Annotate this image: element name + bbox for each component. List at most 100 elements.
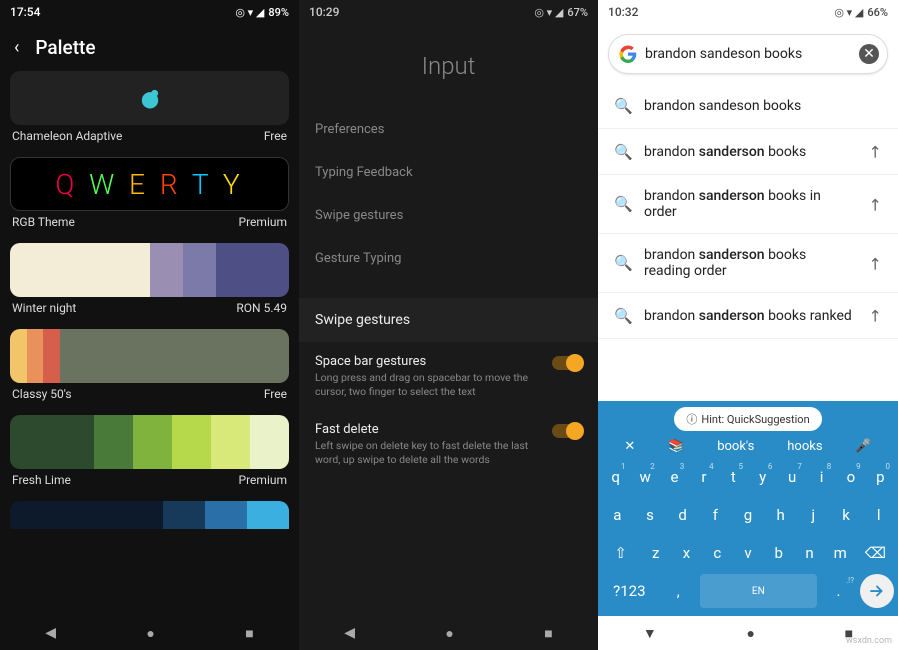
theme-list[interactable]: Chameleon AdaptiveFree Q W E R T Y RGB T…	[0, 71, 299, 616]
insert-arrow-icon[interactable]: ↗	[864, 140, 887, 163]
nav-recent-icon[interactable]: ■	[544, 625, 552, 642]
theme-rgb[interactable]: Q W E R T Y RGB ThemePremium	[10, 157, 289, 229]
suggestion-item[interactable]: 🔍 brandon sanderson books in order ↗	[598, 175, 898, 234]
menu-gesture-typing[interactable]: Gesture Typing	[299, 237, 598, 280]
key-o[interactable]: o9	[837, 460, 864, 494]
nav-back-icon[interactable]: ◀	[344, 625, 355, 641]
key-y[interactable]: y6	[749, 460, 776, 494]
toggle-switch[interactable]	[552, 356, 582, 370]
key-g[interactable]: g	[733, 498, 764, 532]
search-icon: 🔍	[614, 143, 630, 161]
key-s[interactable]: s	[635, 498, 666, 532]
key-e[interactable]: e3	[661, 460, 688, 494]
key-j[interactable]: j	[798, 498, 829, 532]
key-f[interactable]: f	[700, 498, 731, 532]
suggestion-item[interactable]: 🔍 brandon sanderson books ↗	[598, 129, 898, 175]
key-r[interactable]: r4	[690, 460, 717, 494]
page-title: Input	[299, 24, 598, 108]
suggestion-list: 🔍 brandon sandeson books 🔍 brandon sande…	[598, 84, 898, 401]
back-icon[interactable]: ‹	[14, 37, 19, 58]
theme-chameleon[interactable]: Chameleon AdaptiveFree	[10, 71, 289, 143]
search-bar[interactable]: brandon sandeson books ✕	[608, 34, 888, 74]
menu-swipe-gestures[interactable]: Swipe gestures	[299, 194, 598, 237]
insert-arrow-icon[interactable]: ↗	[864, 304, 887, 327]
theme-classy[interactable]: Classy 50'sFree	[10, 329, 289, 401]
period-key[interactable]: .!?.	[819, 574, 858, 608]
nav-home-icon[interactable]: ●	[146, 625, 154, 642]
info-icon: ⓘ	[686, 411, 697, 427]
close-icon[interactable]: ✕	[624, 439, 635, 454]
status-time: 17:54	[10, 5, 40, 19]
nav-bar: ◀ ● ■	[0, 616, 299, 650]
key-x[interactable]: x	[672, 536, 701, 570]
space-key[interactable]: EN	[700, 574, 817, 608]
theme-preview: Q W E R T Y	[10, 157, 289, 211]
key-a[interactable]: a	[602, 498, 633, 532]
key-z[interactable]: z	[641, 536, 670, 570]
key-v[interactable]: v	[734, 536, 763, 570]
key-t[interactable]: t5	[720, 460, 747, 494]
palette-screen: 17:54 ◎ ▾ ◢ 89% ‹ Palette Chameleon Adap…	[0, 0, 299, 650]
suggestion-text: brandon sandeson books	[644, 98, 882, 114]
mic-icon[interactable]: 🎤	[855, 439, 871, 454]
input-settings-screen: 10:29 ◎ ▾ ◢ 67% Input Preferences Typing…	[299, 0, 598, 650]
key-h[interactable]: h	[765, 498, 796, 532]
theme-preview	[10, 243, 289, 297]
status-icons: ◎ ▾ ◢ 66%	[834, 6, 888, 19]
key-u[interactable]: u7	[778, 460, 805, 494]
nav-recent-icon[interactable]: ■	[245, 625, 253, 642]
nav-home-icon[interactable]: ●	[746, 625, 754, 642]
insert-arrow-icon[interactable]: ↗	[864, 193, 887, 216]
theme-winter[interactable]: Winter nightRON 5.49	[10, 243, 289, 315]
clear-icon[interactable]: ✕	[859, 44, 879, 64]
key-c[interactable]: c	[703, 536, 732, 570]
suggestion-item[interactable]: 🔍 brandon sanderson books ranked ↗	[598, 293, 898, 339]
key-n[interactable]: n	[795, 536, 824, 570]
search-icon: 🔍	[614, 254, 630, 272]
menu-preferences[interactable]: Preferences	[299, 108, 598, 151]
section-header: Swipe gestures	[299, 298, 598, 342]
insert-arrow-icon[interactable]: ↗	[864, 252, 887, 275]
comma-key[interactable]: ,	[659, 574, 698, 608]
kb-suggestion[interactable]: hooks	[787, 439, 822, 454]
theme-lime[interactable]: Fresh LimePremium	[10, 415, 289, 487]
emoji-icon[interactable]: 📚	[668, 439, 684, 454]
key-d[interactable]: d	[667, 498, 698, 532]
key-p[interactable]: p0	[867, 460, 894, 494]
google-icon	[619, 45, 637, 63]
menu-typing-feedback[interactable]: Typing Feedback	[299, 151, 598, 194]
key-b[interactable]: b	[764, 536, 793, 570]
palette-header: ‹ Palette	[0, 24, 299, 71]
status-time: 10:29	[309, 5, 339, 19]
google-search-screen: 10:32 ◎ ▾ ◢ 66% brandon sandeson books ✕…	[598, 0, 898, 650]
suggestion-item[interactable]: 🔍 brandon sanderson books reading order …	[598, 234, 898, 293]
theme-preview	[10, 415, 289, 469]
toggle-switch[interactable]	[552, 424, 582, 438]
key-l[interactable]: l	[863, 498, 894, 532]
symbols-key[interactable]: ?123	[602, 574, 657, 608]
shift-key[interactable]: ⇧	[602, 536, 639, 570]
go-key[interactable]	[860, 574, 894, 608]
toggle-fast-delete[interactable]: Fast delete Left swipe on delete key to …	[299, 410, 598, 478]
key-i[interactable]: i8	[808, 460, 835, 494]
status-bar: 10:29 ◎ ▾ ◢ 67%	[299, 0, 598, 24]
nav-hide-keyboard-icon[interactable]: ▼	[643, 625, 657, 642]
page-title: Palette	[35, 36, 95, 59]
key-m[interactable]: m	[826, 536, 855, 570]
key-k[interactable]: k	[831, 498, 862, 532]
suggestion-item[interactable]: 🔍 brandon sandeson books	[598, 84, 898, 129]
toggle-title: Space bar gestures	[315, 354, 542, 369]
backspace-key[interactable]: ⌫	[857, 536, 894, 570]
search-input[interactable]: brandon sandeson books	[645, 46, 851, 62]
watermark: wsxdn.com	[846, 636, 892, 646]
toggle-spacebar-gestures[interactable]: Space bar gestures Long press and drag o…	[299, 342, 598, 410]
nav-back-icon[interactable]: ◀	[45, 625, 56, 641]
key-q[interactable]: q1	[602, 460, 629, 494]
theme-partial[interactable]	[10, 501, 289, 529]
kb-suggestion[interactable]: book's	[717, 439, 754, 454]
nav-home-icon[interactable]: ●	[445, 625, 453, 642]
suggestion-text: brandon sanderson books	[644, 144, 855, 160]
key-w[interactable]: w2	[631, 460, 658, 494]
keyboard[interactable]: ⓘHint: QuickSuggestion ✕ 📚 book's hooks …	[598, 401, 898, 616]
status-icons: ◎ ▾ ◢ 89%	[235, 6, 289, 19]
